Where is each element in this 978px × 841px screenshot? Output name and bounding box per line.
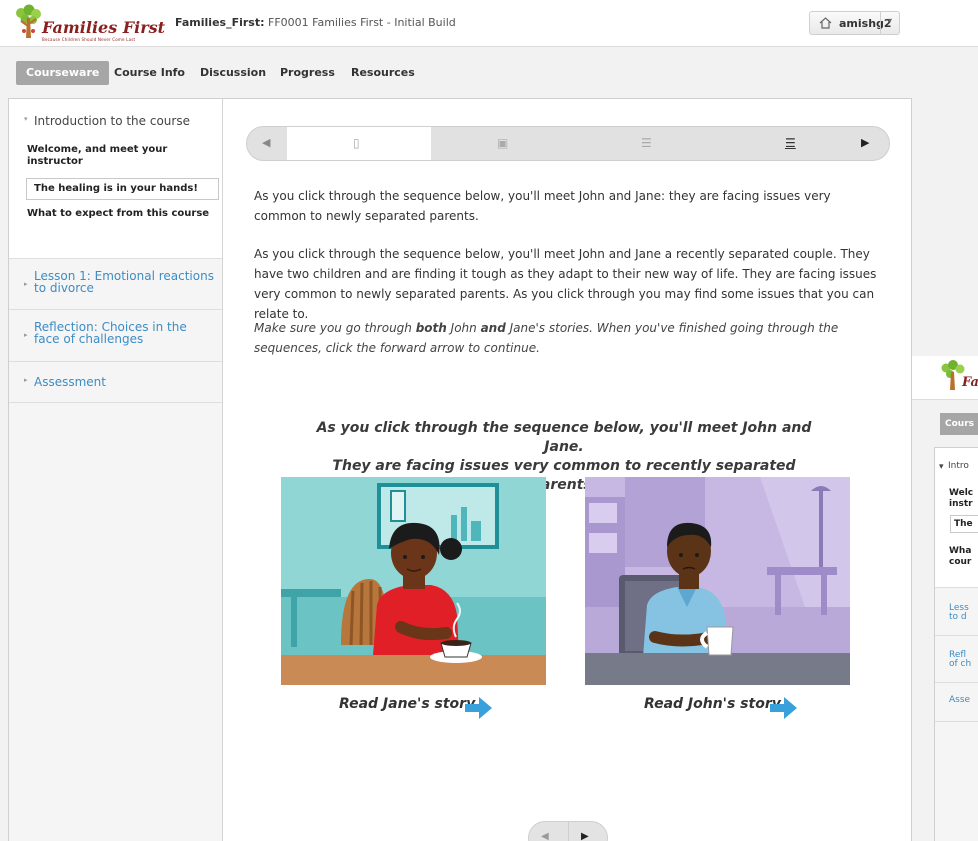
logo-text: Families First xyxy=(42,18,166,37)
chapter-assessment[interactable]: Asse xyxy=(949,695,970,705)
course-navigation-sidebar: ▾ Intro Welc instr The Wha cour Less to … xyxy=(934,447,978,841)
divider xyxy=(935,635,978,636)
chapter-introduction: ▾ Intro Welc instr The Wha cour xyxy=(935,448,978,588)
divider xyxy=(9,402,222,403)
sequence-prev-button[interactable]: ◀ xyxy=(247,127,287,160)
note-emphasis: and xyxy=(480,321,506,335)
intro-paragraph-2: As you click through the sequence below,… xyxy=(254,247,877,321)
tab-resources[interactable]: Resources xyxy=(351,61,415,85)
unit-content: ◀ ▯ ▣ ☰ ☰ ▶ As you click through the seq… xyxy=(224,99,912,841)
sequence-item-3[interactable]: ☰ xyxy=(575,127,719,160)
app-window: Families First Because Children Should N… xyxy=(0,0,978,841)
tree-logo-icon: Fa xyxy=(941,360,978,390)
chapter-lesson-1[interactable]: to d xyxy=(949,612,967,622)
sequence-item-4[interactable]: ☰ xyxy=(719,127,863,160)
tab-courseware[interactable]: Cours xyxy=(940,413,978,435)
instruction-note: Make sure you go through both John and J… xyxy=(254,318,884,358)
section-what-to-expect[interactable]: What to expect from this course xyxy=(27,208,217,220)
user-menu-button[interactable]: amishg2 ▾ xyxy=(809,11,900,35)
triangle-right-icon: ▶ xyxy=(861,136,870,149)
triangle-left-icon: ◀ xyxy=(262,136,271,149)
jane-illustration[interactable] xyxy=(281,477,546,685)
course-panel: ▾ Introduction to the course Welcome, an… xyxy=(8,98,912,841)
home-icon xyxy=(819,17,832,29)
next-button[interactable]: ▶ xyxy=(581,831,589,841)
chapter-reflection[interactable]: of ch xyxy=(949,659,971,669)
tab-course-info[interactable]: Course Info xyxy=(114,61,185,85)
course-org: Families_First: xyxy=(175,16,265,29)
chapter-introduction: ▾ Introduction to the course Welcome, an… xyxy=(9,99,222,258)
families-first-logo[interactable]: Families First Because Children Should N… xyxy=(12,4,165,44)
bottom-sequence-navigation: ◀ ▶ xyxy=(528,821,608,841)
arrow-right-icon[interactable] xyxy=(770,696,798,720)
list-icon: ☰ xyxy=(641,136,652,150)
logo-tagline: Because Children Should Never Come Last xyxy=(42,37,136,42)
chapter-title[interactable]: Intro xyxy=(948,461,969,471)
arrow-right-icon[interactable] xyxy=(465,696,493,720)
top-bar: Fa xyxy=(912,356,978,400)
top-bar: Families First Because Children Should N… xyxy=(0,0,978,47)
headline-line-1: As you click through the sequence below,… xyxy=(316,420,812,455)
section-what-to-expect[interactable]: cour xyxy=(949,557,971,567)
video-icon: ▣ xyxy=(497,136,509,150)
chevron-right-icon: ▸ xyxy=(24,331,28,339)
tab-discussion[interactable]: Discussion xyxy=(200,61,266,85)
chevron-right-icon: ▸ xyxy=(24,280,28,288)
section-healing-current[interactable]: The xyxy=(954,519,973,529)
previous-button[interactable]: ◀ xyxy=(541,831,549,841)
partial-duplicate-window: Fa Cours ▾ Intro Welc instr The Wha cour… xyxy=(912,356,978,841)
chapter-reflection[interactable]: ▸ Reflection: Choices in the face of cha… xyxy=(9,310,222,361)
divider xyxy=(935,682,978,683)
list-underline-icon: ☰ xyxy=(785,136,796,150)
caret-down-icon: ▾ xyxy=(888,16,893,25)
course-navigation-sidebar: ▾ Introduction to the course Welcome, an… xyxy=(9,99,223,841)
chapter-title[interactable]: Assessment xyxy=(34,376,106,388)
note-emphasis: both xyxy=(415,321,447,335)
sequence-item-2[interactable]: ▣ xyxy=(431,127,575,160)
chapter-title[interactable]: Reflection: Choices in the face of chall… xyxy=(34,321,214,345)
chevron-down-icon: ▾ xyxy=(939,462,944,472)
section-welcome[interactable]: Welcome, and meet your instructor xyxy=(27,144,217,168)
read-john-story-link[interactable]: Read John's story xyxy=(644,696,781,712)
note-text: Make sure you go through xyxy=(254,321,416,335)
section-what-to-expect[interactable]: Wha xyxy=(949,546,971,556)
chevron-right-icon: ▸ xyxy=(24,376,28,384)
section-healing-current[interactable]: The healing is in your hands! xyxy=(26,178,219,200)
tree-logo-icon xyxy=(16,4,41,38)
chevron-down-icon: ▾ xyxy=(24,115,28,123)
divider xyxy=(935,721,978,722)
page-icon: ▯ xyxy=(353,136,360,150)
course-name: FF0001 Families First - Initial Build xyxy=(268,16,456,29)
note-text: John xyxy=(446,321,481,335)
course-title: Families_First: FF0001 Families First - … xyxy=(175,16,456,29)
section-welcome[interactable]: instr xyxy=(949,499,973,509)
svg-text:Fa: Fa xyxy=(961,375,978,390)
user-dropdown-toggle[interactable]: ▾ xyxy=(880,12,900,34)
chapter-title[interactable]: Introduction to the course xyxy=(34,115,190,127)
read-jane-story-link[interactable]: Read Jane's story xyxy=(339,696,475,712)
section-welcome[interactable]: Welc xyxy=(949,488,973,498)
sequence-item-1[interactable]: ▯ xyxy=(287,127,431,160)
chapter-assessment[interactable]: ▸ Assessment xyxy=(9,362,222,402)
sequence-next-button[interactable]: ▶ xyxy=(849,127,889,160)
tab-progress[interactable]: Progress xyxy=(280,61,335,85)
chapter-lesson-1[interactable]: ▸ Lesson 1: Emotional reactions to divor… xyxy=(9,259,222,309)
intro-paragraph-1: As you click through the sequence below,… xyxy=(254,189,831,223)
divider xyxy=(568,822,569,841)
chapter-title[interactable]: Lesson 1: Emotional reactions to divorce xyxy=(34,270,214,294)
tab-courseware[interactable]: Courseware xyxy=(16,61,110,85)
john-illustration[interactable] xyxy=(585,477,850,685)
sequence-navigation: ◀ ▯ ▣ ☰ ☰ ▶ xyxy=(246,126,890,161)
